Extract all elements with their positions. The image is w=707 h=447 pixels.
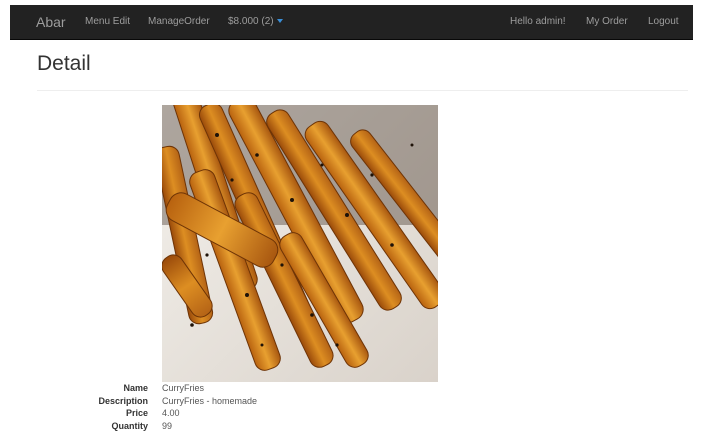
detail-label: Price	[125, 408, 148, 418]
top-navbar: Abar Menu Edit ManageOrder $8.000 (2) He…	[10, 5, 693, 40]
nav-logout-link[interactable]: Logout	[648, 16, 679, 27]
detail-row-price: Price 4.00	[0, 407, 707, 420]
detail-value: 99	[162, 420, 173, 431]
page: Abar Menu Edit ManageOrder $8.000 (2) He…	[0, 0, 707, 447]
detail-row-description: Description CurryFries - homemade	[0, 395, 707, 408]
detail-row-name: Name CurryFries	[0, 382, 707, 395]
detail-label: Quantity	[111, 420, 148, 431]
nav-my-order-link[interactable]: My Order	[586, 16, 628, 27]
detail-value: CurryFries - homemade	[162, 395, 258, 406]
detail-row-quantity: Quantity 99	[0, 420, 707, 433]
fries-photo-icon	[162, 105, 438, 382]
detail-value: CurryFries	[162, 383, 204, 393]
nav-greeting-link[interactable]: Hello admin!	[510, 16, 566, 27]
nav-menu-edit-link[interactable]: Menu Edit	[85, 16, 130, 27]
brand-link[interactable]: Abar	[36, 14, 66, 30]
detail-label: Name	[123, 383, 148, 393]
detail-value: 4.00	[162, 408, 180, 418]
cart-summary-label: $8.000 (2)	[228, 16, 274, 27]
nav-cart-dropdown[interactable]: $8.000 (2)	[228, 16, 283, 27]
product-image	[162, 105, 438, 382]
product-detail-list: Name CurryFries Description CurryFries -…	[0, 382, 707, 432]
nav-manage-order-link[interactable]: ManageOrder	[148, 16, 210, 27]
caret-down-icon	[276, 19, 283, 24]
header-divider	[37, 90, 688, 91]
page-title: Detail	[37, 52, 91, 75]
detail-label: Description	[98, 395, 148, 406]
